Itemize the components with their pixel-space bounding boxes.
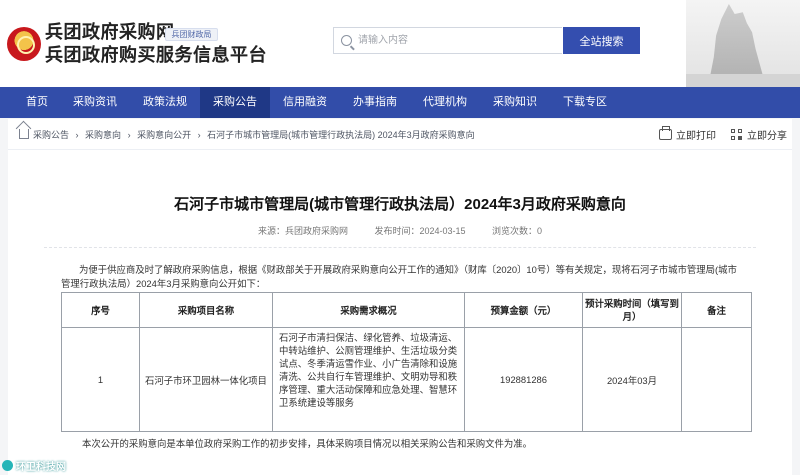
nav-item-policies[interactable]: 政策法规: [130, 87, 200, 118]
nav-item-home[interactable]: 首页: [14, 87, 60, 118]
table-header-time: 预计采购时间（填写到月）: [582, 292, 682, 328]
article-intro: 为便于供应商及时了解政府采购信息，根据《财政部关于开展政府采购意向公开工作的通知…: [61, 264, 737, 289]
print-label: 立即打印: [676, 131, 716, 142]
row-budget: 192881286: [464, 327, 583, 432]
publish-date: 发布时间：2024-03-15: [374, 226, 466, 236]
table-header-budget: 预算金额（元）: [464, 292, 583, 328]
search-input[interactable]: [358, 29, 556, 52]
home-icon: [19, 129, 29, 139]
nav-item-downloads[interactable]: 下载专区: [550, 87, 620, 118]
site-badge: 兵团财政局: [165, 28, 218, 41]
search-box[interactable]: [333, 27, 562, 54]
search-button[interactable]: 全站搜索: [563, 27, 640, 54]
breadcrumb-intention-disclosure[interactable]: 采购意向公开: [137, 130, 191, 140]
nav-item-service-guide[interactable]: 办事指南: [340, 87, 410, 118]
nav-item-procurement-news[interactable]: 采购资讯: [60, 87, 130, 118]
row-description: 石河子市清扫保洁、绿化管养、垃圾清运、中转站维护、公厕管理维护、生活垃圾分类试点…: [272, 327, 465, 432]
site-header: 兵团政府采购网 兵团财政局 兵团政府购买服务信息平台 全站搜索: [0, 0, 800, 87]
breadcrumb-procurement-intention[interactable]: 采购意向: [85, 130, 121, 140]
nav-item-agencies[interactable]: 代理机构: [410, 87, 480, 118]
site-title-secondary: 兵团政府购买服务信息平台: [45, 45, 267, 65]
view-count: 浏览次数：0: [492, 226, 543, 236]
watermark-text: 环卫科技网: [16, 462, 66, 473]
row-note: [681, 327, 752, 432]
breadcrumb: 采购公告 › 采购意向 › 采购意向公开 › 石河子市城市管理局(城市管理行政执…: [33, 128, 479, 141]
breadcrumb-separator: ›: [127, 130, 131, 140]
nav-item-procurement-knowledge[interactable]: 采购知识: [480, 87, 550, 118]
main-navigation: 首页 采购资讯 政策法规 采购公告 信用融资 办事指南 代理机构 采购知识 下载…: [0, 87, 800, 118]
content-card: 采购公告 › 采购意向 › 采购意向公开 › 石河子市城市管理局(城市管理行政执…: [8, 119, 792, 475]
table-header-index: 序号: [61, 292, 140, 328]
breadcrumb-procurement-notices[interactable]: 采购公告: [33, 130, 69, 140]
site-logo: [7, 27, 41, 61]
table-header-description: 采购需求概况: [272, 292, 465, 328]
share-button[interactable]: 立即分享: [731, 127, 787, 142]
row-purchase-time: 2024年03月: [582, 327, 682, 432]
breadcrumb-current-page: 石河子市城市管理局(城市管理行政执法局) 2024年3月政府采购意向: [207, 130, 475, 140]
nav-item-credit-financing[interactable]: 信用融资: [270, 87, 340, 118]
footer-note: 本次公开的采购意向是本单位政府采购工作的初步安排，具体采购项目情况以相关采购公告…: [82, 438, 533, 449]
share-label: 立即分享: [747, 131, 787, 142]
print-button[interactable]: 立即打印: [659, 126, 716, 142]
article-source: 来源：兵团政府采购网: [257, 226, 348, 236]
row-index: 1: [61, 327, 140, 432]
procurement-table: 序号 采购项目名称 采购需求概况 预算金额（元） 预计采购时间（填写到月） 备注…: [61, 292, 752, 432]
breadcrumb-bar: 采购公告 › 采购意向 › 采购意向公开 › 石河子市城市管理局(城市管理行政执…: [8, 119, 792, 150]
nav-item-procurement-notices[interactable]: 采购公告: [200, 87, 270, 118]
search-icon: [341, 35, 352, 46]
watermark-logo: 环卫科技网: [2, 458, 66, 473]
table-header-note: 备注: [681, 292, 752, 328]
table-row: 1 石河子市环卫园林一体化项目 石河子市清扫保洁、绿化管养、垃圾清运、中转站维护…: [61, 327, 752, 432]
table-header-project: 采购项目名称: [139, 292, 273, 328]
row-project-name: 石河子市环卫园林一体化项目: [139, 327, 273, 432]
monument-image: [686, 0, 800, 87]
watermark-icon: [2, 460, 13, 471]
article-title: 石河子市城市管理局(城市管理行政执法局）2024年3月政府采购意向: [174, 196, 626, 213]
breadcrumb-separator: ›: [197, 130, 201, 140]
breadcrumb-separator: ›: [75, 130, 79, 140]
table-header-row: 序号 采购项目名称 采购需求概况 预算金额（元） 预计采购时间（填写到月） 备注: [61, 292, 752, 328]
article-meta: 来源：兵团政府采购网 发布时间：2024-03-15 浏览次数：0: [8, 224, 792, 237]
qr-code-icon: [731, 128, 743, 141]
printer-icon: [659, 126, 672, 140]
divider: [44, 247, 756, 248]
